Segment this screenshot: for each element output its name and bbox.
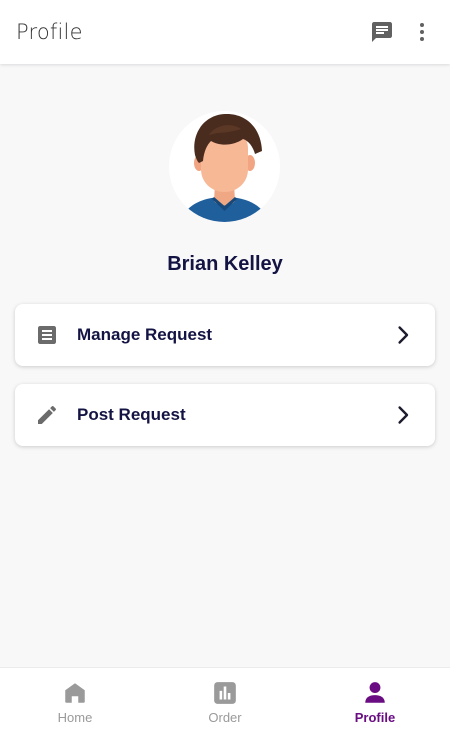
chat-button[interactable] [362, 12, 402, 52]
home-icon [65, 683, 85, 703]
nav-label-order: Order [208, 710, 242, 725]
post-request-label: Post Request [77, 405, 186, 424]
post-request-item[interactable]: Post Request [15, 384, 435, 446]
more-vert-icon [420, 23, 424, 41]
app-bar: Profile [0, 0, 450, 64]
list-alt-icon [38, 326, 56, 344]
more-options-button[interactable] [402, 12, 442, 52]
manage-request-item[interactable]: Manage Request [15, 304, 435, 366]
nav-item-home[interactable]: Home [0, 668, 150, 735]
avatar-illustration [169, 111, 280, 222]
bar-chart-icon [214, 682, 236, 704]
chevron-right-icon [398, 326, 409, 344]
nav-label-profile: Profile [354, 710, 396, 725]
page-title: Profile [16, 20, 83, 44]
manage-request-label: Manage Request [77, 325, 213, 344]
avatar[interactable] [169, 111, 280, 222]
pencil-icon [38, 405, 57, 424]
app-bar-actions [362, 0, 442, 64]
chevron-right-icon [398, 406, 409, 424]
profile-name: Brian Kelley [167, 253, 283, 275]
bottom-navigation: Home Order Profile [0, 667, 450, 735]
nav-item-profile[interactable]: Profile [300, 668, 450, 735]
nav-label-home: Home [57, 710, 93, 725]
chat-icon [372, 22, 392, 42]
person-icon [365, 682, 385, 703]
nav-item-order[interactable]: Order [150, 668, 300, 735]
